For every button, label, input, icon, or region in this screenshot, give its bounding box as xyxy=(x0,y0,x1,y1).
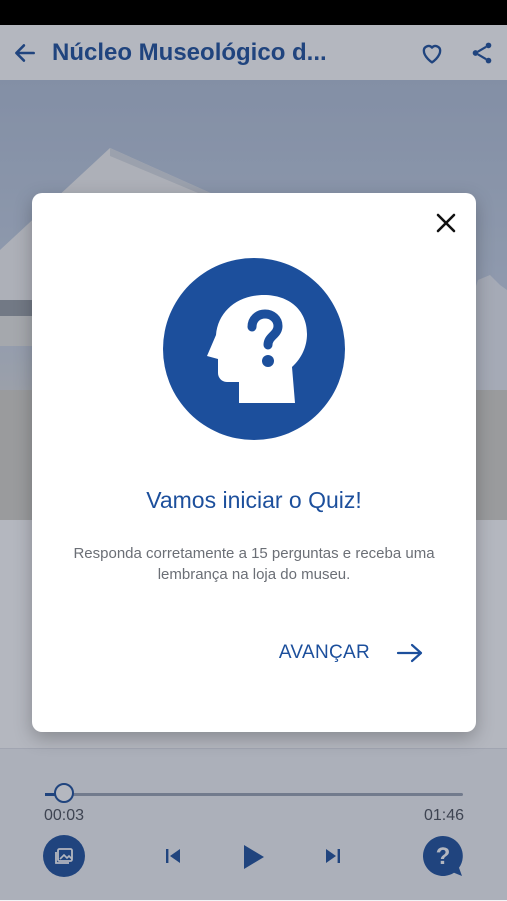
dialog-title: Vamos iniciar o Quiz! xyxy=(146,487,362,513)
quiz-illustration xyxy=(163,258,345,440)
close-button[interactable] xyxy=(432,209,460,237)
dialog-description: Responda corretamente a 15 perguntas e r… xyxy=(73,545,435,583)
advance-label: AVANÇAR xyxy=(278,642,370,663)
head-question-icon xyxy=(207,295,307,403)
status-bar xyxy=(0,0,507,25)
close-icon xyxy=(436,213,456,233)
advance-button[interactable]: AVANÇAR xyxy=(279,641,424,665)
arrow-right-icon xyxy=(396,643,423,663)
quiz-dialog: Vamos iniciar o Quiz! Responda corretame… xyxy=(32,193,476,732)
